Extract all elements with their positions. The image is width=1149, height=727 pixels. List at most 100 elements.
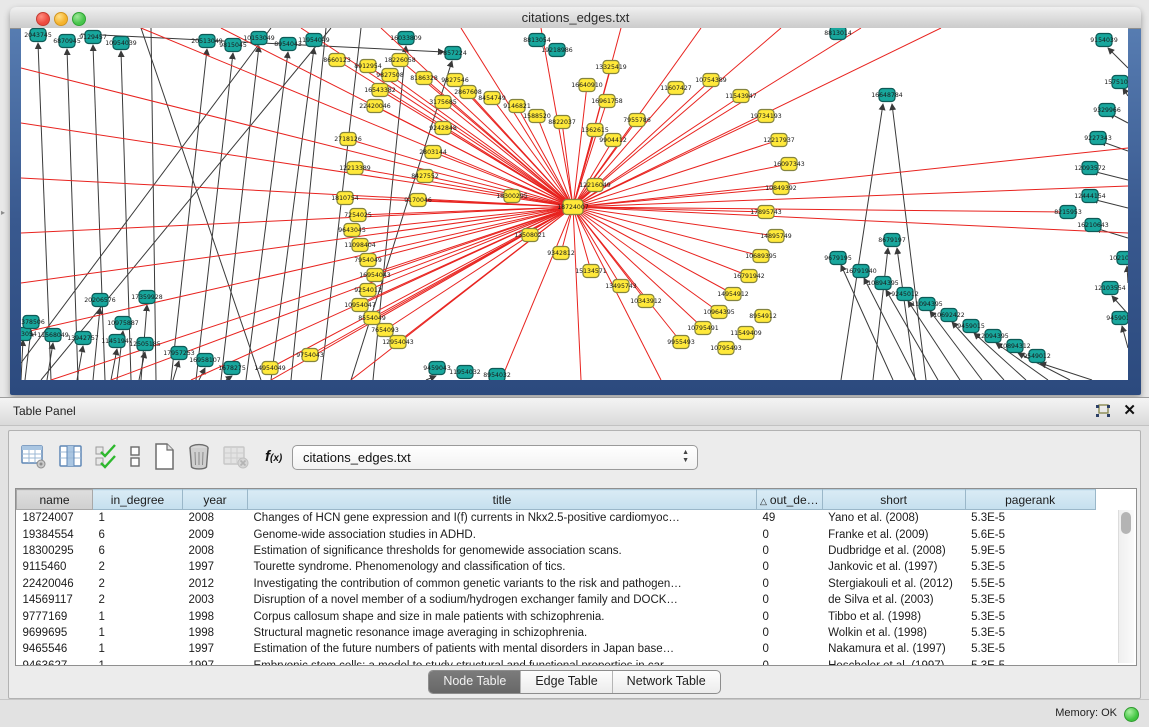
table-scrollbar[interactable]: [1118, 510, 1134, 663]
table-row[interactable]: 1938455462009Genome-wide association stu…: [17, 526, 1096, 542]
cell-short[interactable]: Nakamura et al. (1997): [822, 641, 965, 657]
graph-edge-black[interactable]: [67, 49, 78, 380]
cell-short[interactable]: Franke et al. (2009): [822, 526, 965, 542]
graph-node[interactable]: 20513049: [191, 35, 223, 48]
graph-node[interactable]: 1810754: [331, 192, 359, 205]
cell-name[interactable]: 9115460: [17, 559, 93, 575]
graph-edge-black[interactable]: [41, 28, 331, 380]
node-table-grid[interactable]: namein_degreeyeartitle△out_de…shortpager…: [16, 489, 1096, 666]
cell-pagerank[interactable]: 5.3E-5: [965, 559, 1095, 575]
graph-node[interactable]: 10894312: [999, 340, 1031, 353]
graph-node[interactable]: 16097343: [773, 158, 805, 171]
delete-table-icon[interactable]: [187, 443, 211, 470]
graph-node[interactable]: 16640910: [571, 79, 603, 92]
cell-short[interactable]: Stergiakouli et al. (2012): [822, 576, 965, 592]
graph-node[interactable]: 12444154: [1074, 190, 1106, 203]
select-all-icon[interactable]: [95, 444, 117, 469]
graph-edge-red[interactable]: [573, 188, 781, 207]
cell-title[interactable]: Disruption of a novel member of a sodium…: [248, 592, 757, 608]
cell-name[interactable]: 9463627: [17, 658, 93, 666]
cell-title[interactable]: Estimation of significance thresholds fo…: [248, 543, 757, 559]
graph-edge-red[interactable]: [573, 207, 661, 380]
graph-node[interactable]: 9459015: [957, 320, 985, 333]
graph-edge-red[interactable]: [368, 207, 573, 290]
table-settings-icon[interactable]: [21, 444, 47, 469]
graph-node[interactable]: 16648784: [871, 89, 903, 102]
graph-node[interactable]: 2718126: [334, 133, 362, 146]
cell-indeg[interactable]: 1: [93, 625, 183, 641]
graph-node[interactable]: 9154039: [1090, 34, 1118, 47]
cell-title[interactable]: Embryonic stem cells: a model to study s…: [248, 658, 757, 666]
graph-node[interactable]: 16791940: [845, 265, 877, 278]
graph-node[interactable]: 11543947: [725, 90, 757, 103]
cell-title[interactable]: Genome-wide association studies in ADHD.: [248, 526, 757, 542]
graph-node[interactable]: 11568049: [37, 329, 69, 342]
column-header-title[interactable]: title: [248, 490, 757, 510]
graph-node[interactable]: 8912954: [354, 60, 382, 73]
cell-out[interactable]: 0: [757, 625, 823, 641]
graph-node[interactable]: 1378506: [21, 316, 45, 329]
graph-edge-black[interactable]: [93, 308, 100, 380]
graph-node[interactable]: 12103554: [1094, 282, 1126, 295]
table-row[interactable]: 946554611997Estimation of the future num…: [17, 641, 1096, 657]
graph-node[interactable]: 11451947: [101, 335, 133, 348]
tab-node-table[interactable]: Node Table: [429, 671, 521, 693]
graph-edge-red[interactable]: [573, 28, 861, 207]
graph-edge-black[interactable]: [121, 51, 131, 380]
float-panel-icon[interactable]: [1095, 404, 1111, 419]
graph-node[interactable]: 12505185: [129, 338, 161, 351]
column-header-name[interactable]: name: [17, 490, 93, 510]
cell-out[interactable]: 0: [757, 608, 823, 624]
graph-node[interactable]: 9679195: [824, 252, 852, 265]
graph-node[interactable]: 10894395: [867, 277, 899, 290]
graph-node[interactable]: 8554049: [358, 312, 386, 325]
graph-node[interactable]: 10343912: [630, 295, 662, 308]
graph-node[interactable]: 16033809: [390, 32, 422, 45]
graph-node[interactable]: 9754043: [296, 349, 324, 362]
cell-year[interactable]: 2012: [183, 576, 248, 592]
cell-indeg[interactable]: 1: [93, 510, 183, 527]
cell-name[interactable]: 18300295: [17, 543, 93, 559]
graph-node[interactable]: 9643045: [338, 224, 366, 237]
cell-short[interactable]: de Silva et al. (2003): [822, 592, 965, 608]
cell-name[interactable]: 19384554: [17, 526, 93, 542]
memory-status-indicator[interactable]: [1124, 707, 1139, 722]
cell-indeg[interactable]: 1: [93, 658, 183, 666]
graph-edge-black[interactable]: [93, 45, 105, 380]
graph-node[interactable]: 15134571: [575, 265, 607, 278]
graph-node[interactable]: 16961758: [591, 95, 623, 108]
graph-node[interactable]: 9170046: [404, 194, 432, 207]
graph-node[interactable]: 14895749: [760, 230, 792, 243]
table-row[interactable]: 1456911722003Disruption of a novel membe…: [17, 592, 1096, 608]
new-table-icon[interactable]: [153, 443, 175, 470]
cell-out[interactable]: 0: [757, 592, 823, 608]
column-header-out_de[interactable]: △out_de…: [757, 490, 823, 510]
graph-node[interactable]: 9549012: [1023, 350, 1051, 363]
cell-indeg[interactable]: 2: [93, 592, 183, 608]
cell-short[interactable]: Tibbo et al. (1998): [822, 608, 965, 624]
table-scrollbar-thumb[interactable]: [1121, 512, 1131, 534]
graph-node[interactable]: 2043745: [24, 29, 52, 42]
graph-node[interactable]: 10754389: [695, 74, 727, 87]
show-columns-icon[interactable]: [59, 444, 83, 469]
graph-node[interactable]: 16543382: [364, 84, 396, 97]
graph-node[interactable]: 7654093: [371, 324, 399, 337]
graph-edge-red[interactable]: [573, 207, 1068, 212]
graph-edge-black[interactable]: [111, 349, 117, 380]
graph-node[interactable]: 10692422: [933, 309, 965, 322]
tab-network-table[interactable]: Network Table: [613, 671, 720, 693]
cell-short[interactable]: Jankovic et al. (1997): [822, 559, 965, 575]
graph-node[interactable]: 11549409: [730, 327, 762, 340]
cell-name[interactable]: 9777169: [17, 608, 93, 624]
graph-node[interactable]: 7954049: [354, 254, 382, 267]
graph-node[interactable]: 9459043: [423, 362, 451, 375]
close-panel-icon[interactable]: ✕: [1123, 401, 1136, 419]
graph-node[interactable]: 9129457: [79, 31, 107, 44]
cell-out[interactable]: 0: [757, 559, 823, 575]
column-header-year[interactable]: year: [183, 490, 248, 510]
graph-edge-red[interactable]: [21, 207, 573, 333]
graph-node[interactable]: 8215953: [1054, 206, 1082, 219]
graph-node[interactable]: 10975887: [107, 317, 139, 330]
graph-node[interactable]: 9342812: [547, 247, 575, 260]
cell-title[interactable]: Corpus callosum shape and size in male p…: [248, 608, 757, 624]
